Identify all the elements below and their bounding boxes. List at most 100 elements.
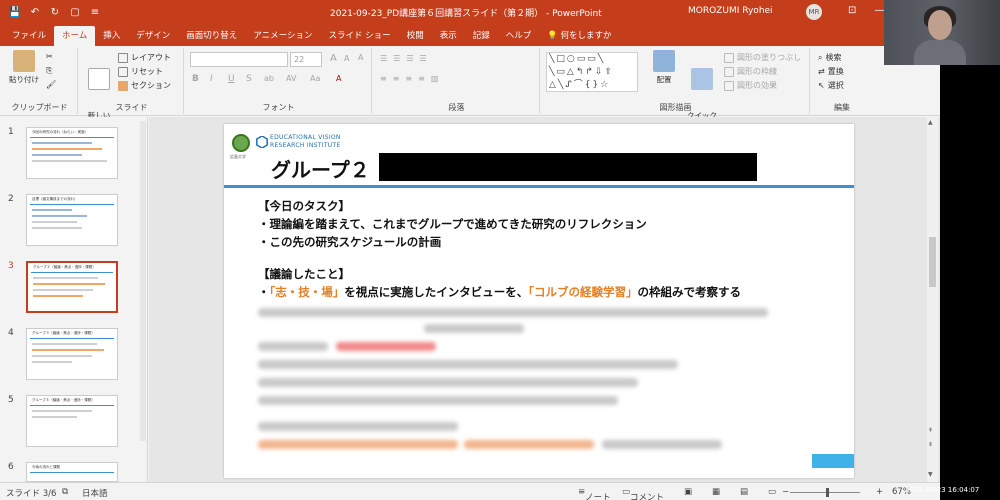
slide-scrollbar[interactable]: ▲ ⇞ ⇟ ▼ xyxy=(927,117,938,482)
zoom-slider[interactable] xyxy=(790,492,860,493)
thumbnail-scrollbar[interactable] xyxy=(140,121,146,441)
replace-button[interactable]: ⇄ 置換 xyxy=(818,66,844,77)
change-case-button[interactable]: Aa xyxy=(310,74,320,83)
list-buttons-icon[interactable]: ☰☰☰☰ xyxy=(380,54,433,63)
zoom-slider-knob[interactable] xyxy=(826,488,829,497)
paste-button[interactable]: 貼り付け xyxy=(6,50,42,85)
quick-styles-icon xyxy=(691,68,713,90)
replace-label: 置換 xyxy=(827,67,844,76)
scrollbar-thumb[interactable] xyxy=(929,237,936,287)
next-slide-icon[interactable]: ⇟ xyxy=(928,441,933,448)
new-slide-icon[interactable]: ▢ xyxy=(68,7,82,18)
task-item-2: ・この先の研究スケジュールの計画 xyxy=(258,235,442,249)
thumbnail-line xyxy=(32,355,92,357)
blurred-line xyxy=(602,440,722,449)
thumbnail-line xyxy=(32,361,72,363)
tab-design[interactable]: デザイン xyxy=(128,26,178,46)
thumbnail-line xyxy=(32,160,107,162)
tab-animations[interactable]: アニメーション xyxy=(245,26,320,46)
shape-outline-button[interactable]: 図形の枠線 xyxy=(724,66,777,77)
shape-fill-button[interactable]: 図形の塗りつぶし xyxy=(724,52,801,63)
thumbnail-line xyxy=(32,343,97,345)
tab-insert[interactable]: 挿入 xyxy=(95,26,128,46)
grow-font-button[interactable]: A xyxy=(330,53,337,64)
shadow-button[interactable]: ab xyxy=(264,74,274,83)
redo-icon[interactable]: ↻ xyxy=(48,7,62,18)
arrange-button[interactable]: 配置 xyxy=(646,50,682,85)
tab-slideshow[interactable]: スライド ショー xyxy=(320,26,398,46)
accessibility-icon[interactable]: ⧉ xyxy=(62,487,68,497)
shape-effects-button[interactable]: 図形の効果 xyxy=(724,80,777,91)
shape-fill-icon xyxy=(724,52,734,63)
underline-button[interactable]: U xyxy=(228,74,235,84)
prev-slide-icon[interactable]: ⇞ xyxy=(928,427,933,434)
italic-button[interactable]: I xyxy=(210,74,213,84)
reset-button[interactable]: リセット xyxy=(118,66,163,77)
layout-label: レイアウト xyxy=(131,53,171,62)
undo-icon[interactable]: ↶ xyxy=(28,7,42,18)
slideshow-view-icon[interactable]: ▭ xyxy=(768,487,776,497)
shapes-gallery[interactable]: ╲□○▭▭╲ ╲▭△↰↱⇩⇧ △╲ᔑ⌒{}☆ xyxy=(546,52,638,92)
search-icon: ⌕ xyxy=(818,52,823,62)
scroll-down-icon[interactable]: ▼ xyxy=(928,471,933,478)
zoom-in-icon[interactable]: + xyxy=(876,487,883,497)
select-button[interactable]: ↖ 選択 xyxy=(818,80,844,91)
comments-button[interactable]: ▭ コメント xyxy=(622,487,664,500)
tell-me-box[interactable]: 💡 何をしますか xyxy=(539,26,619,46)
clear-format-button[interactable]: A xyxy=(358,53,363,62)
customize-qat-icon[interactable]: ≡ xyxy=(88,7,102,18)
notes-button[interactable]: ≡ ノート xyxy=(578,487,611,500)
language-indicator[interactable]: 日本語 xyxy=(82,487,108,499)
tab-review[interactable]: 校閲 xyxy=(399,26,432,46)
reading-view-icon[interactable]: ▤ xyxy=(740,487,748,497)
align-buttons-icon[interactable]: ≡≡≡≡▥ xyxy=(380,74,444,83)
bullet: ・ xyxy=(258,285,270,299)
bold-button[interactable]: B xyxy=(192,74,199,84)
tab-view[interactable]: 表示 xyxy=(432,26,465,46)
font-name-field[interactable] xyxy=(190,52,288,67)
current-slide[interactable]: 広島大学 EDUCATIONAL VISION RESEARCH INSTITU… xyxy=(224,124,854,478)
discussion-text: を視点に実施したインタビューを、 xyxy=(344,285,529,299)
thumbnail-line xyxy=(32,142,92,144)
ribbon-display-icon[interactable]: ⊡ xyxy=(848,5,856,16)
slide-position: スライド 3/6 xyxy=(6,489,57,499)
zoom-out-icon[interactable]: − xyxy=(782,487,789,497)
cut-icon[interactable]: ✂ xyxy=(46,52,53,61)
slide-thumbnail-pane: 1 今回の研究の流れ（ねらい・実施） 2 目標（論文構成までの流れ） 3 グルー… xyxy=(0,117,148,482)
slides-group: 新しい スライド レイアウト リセット セクション スライド xyxy=(80,48,184,131)
tab-record-visible[interactable]: 記録 xyxy=(465,26,498,46)
shrink-font-button[interactable]: A xyxy=(344,54,349,63)
user-name[interactable]: MOROZUMI Ryohei xyxy=(688,6,773,16)
layout-button[interactable]: レイアウト xyxy=(118,52,171,63)
ribbon: 貼り付け ✂ ⎘ 🖌 クリップボード 新しい スライド レイアウト リセット セ… xyxy=(0,46,940,131)
scroll-up-icon[interactable]: ▲ xyxy=(928,119,933,126)
font-color-button[interactable]: A xyxy=(336,74,341,83)
evri-hexagon-logo xyxy=(256,136,268,148)
copy-icon[interactable]: ⎘ xyxy=(46,66,52,76)
normal-view-icon[interactable]: ▣ xyxy=(684,487,692,497)
char-spacing-button[interactable]: AV xyxy=(286,74,296,83)
minimize-button[interactable]: — xyxy=(874,5,884,16)
slide-corner-badge xyxy=(812,454,854,468)
tab-help[interactable]: ヘルプ xyxy=(498,26,540,46)
thumbnail-line xyxy=(32,410,92,412)
format-painter-icon[interactable]: 🖌 xyxy=(46,80,56,89)
thumbnail-title: グループ３（議論・焦点・進捗・課題） xyxy=(32,331,95,335)
find-button[interactable]: ⌕ 検索 xyxy=(818,52,841,63)
strikethrough-button[interactable]: S xyxy=(246,74,252,84)
tab-transitions[interactable]: 画面切り替え xyxy=(178,26,245,46)
font-group-label: フォント xyxy=(262,103,295,112)
font-size-field[interactable]: 22 xyxy=(290,52,322,67)
cursor-icon: ↖ xyxy=(818,81,825,90)
section-button[interactable]: セクション xyxy=(118,80,171,91)
save-icon[interactable]: 💾 xyxy=(8,7,22,18)
avatar[interactable]: MR xyxy=(806,4,822,20)
tab-file[interactable]: ファイル xyxy=(4,26,54,46)
tab-home[interactable]: ホーム xyxy=(54,26,96,46)
thumbnail-line xyxy=(33,295,83,297)
blurred-line xyxy=(258,342,328,351)
task-item-1: ・理論編を踏まえて、これまでグループで進めてきた研究のリフレクション xyxy=(258,217,647,231)
slide-sorter-icon[interactable]: ▦ xyxy=(712,487,720,497)
thumbnail-line xyxy=(32,209,72,211)
blurred-line xyxy=(258,360,678,369)
